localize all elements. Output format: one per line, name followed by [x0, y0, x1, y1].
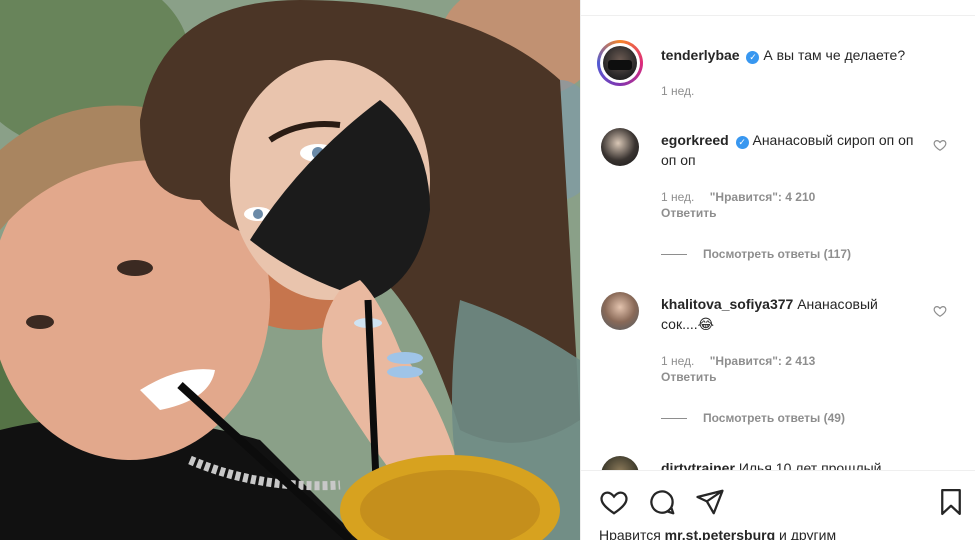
caption-timestamp[interactable]: 1 нед.	[661, 84, 694, 98]
post-actions-bar: Нравится mr.st.petersburg и другим	[581, 470, 975, 540]
liked-prefix: Нравится	[599, 527, 661, 540]
comment-body: egorkreed ✓ Ананасовый сироп оп оп оп оп	[661, 130, 916, 170]
view-replies-button[interactable]: Посмотреть ответы (49)	[661, 411, 845, 425]
heart-icon[interactable]	[933, 138, 947, 152]
comment-likes[interactable]: "Нравится": 4 210	[710, 190, 816, 204]
liked-user-link[interactable]: mr.st.petersburg	[665, 527, 775, 540]
comment-icon[interactable]	[647, 487, 677, 517]
divider	[661, 254, 687, 256]
comment-meta: 1 нед. "Нравится": 2 413 Ответить	[661, 353, 815, 385]
divider	[581, 15, 975, 16]
view-replies-label: Посмотреть ответы (117)	[703, 247, 851, 261]
comment-timestamp[interactable]: 1 нед.	[661, 354, 694, 368]
liked-by-text: Нравится mr.st.petersburg и другим	[599, 527, 836, 540]
comment-username[interactable]: khalitova_sofiya377	[661, 296, 793, 312]
heart-icon[interactable]	[933, 304, 947, 318]
verified-badge-icon: ✓	[746, 51, 760, 64]
share-icon[interactable]	[695, 487, 725, 517]
commenter-avatar[interactable]	[601, 292, 639, 330]
comment-body: khalitova_sofiya377 Ананасовый сок....😂	[661, 294, 916, 334]
bookmark-icon[interactable]	[936, 487, 966, 517]
commenter-avatar[interactable]	[601, 128, 639, 166]
comment-meta: 1 нед. "Нравится": 4 210 Ответить	[661, 189, 815, 221]
avatar-ring-inner	[600, 43, 640, 83]
avatar-image	[603, 46, 637, 80]
post-photo[interactable]	[0, 0, 580, 540]
heart-icon[interactable]	[599, 487, 629, 517]
comment-username[interactable]: egorkreed	[661, 132, 729, 148]
reply-button[interactable]: Ответить	[661, 205, 815, 221]
divider	[661, 418, 687, 420]
author-avatar[interactable]	[597, 40, 643, 86]
comment-timestamp[interactable]: 1 нед.	[661, 190, 694, 204]
post-side-panel: tenderlybae ✓ А вы там че делаете? 1 нед…	[580, 0, 975, 540]
verified-badge-icon: ✓	[735, 136, 749, 149]
post-caption: tenderlybae ✓ А вы там че делаете?	[661, 45, 961, 65]
comment-likes[interactable]: "Нравится": 2 413	[710, 354, 816, 368]
selfie-illustration	[0, 0, 580, 540]
view-replies-button[interactable]: Посмотреть ответы (117)	[661, 247, 851, 261]
caption-text: А вы там че делаете?	[763, 47, 906, 63]
liked-suffix[interactable]: и другим	[779, 527, 836, 540]
author-username[interactable]: tenderlybae	[661, 47, 740, 63]
view-replies-label: Посмотреть ответы (49)	[703, 411, 845, 425]
reply-button[interactable]: Ответить	[661, 369, 815, 385]
